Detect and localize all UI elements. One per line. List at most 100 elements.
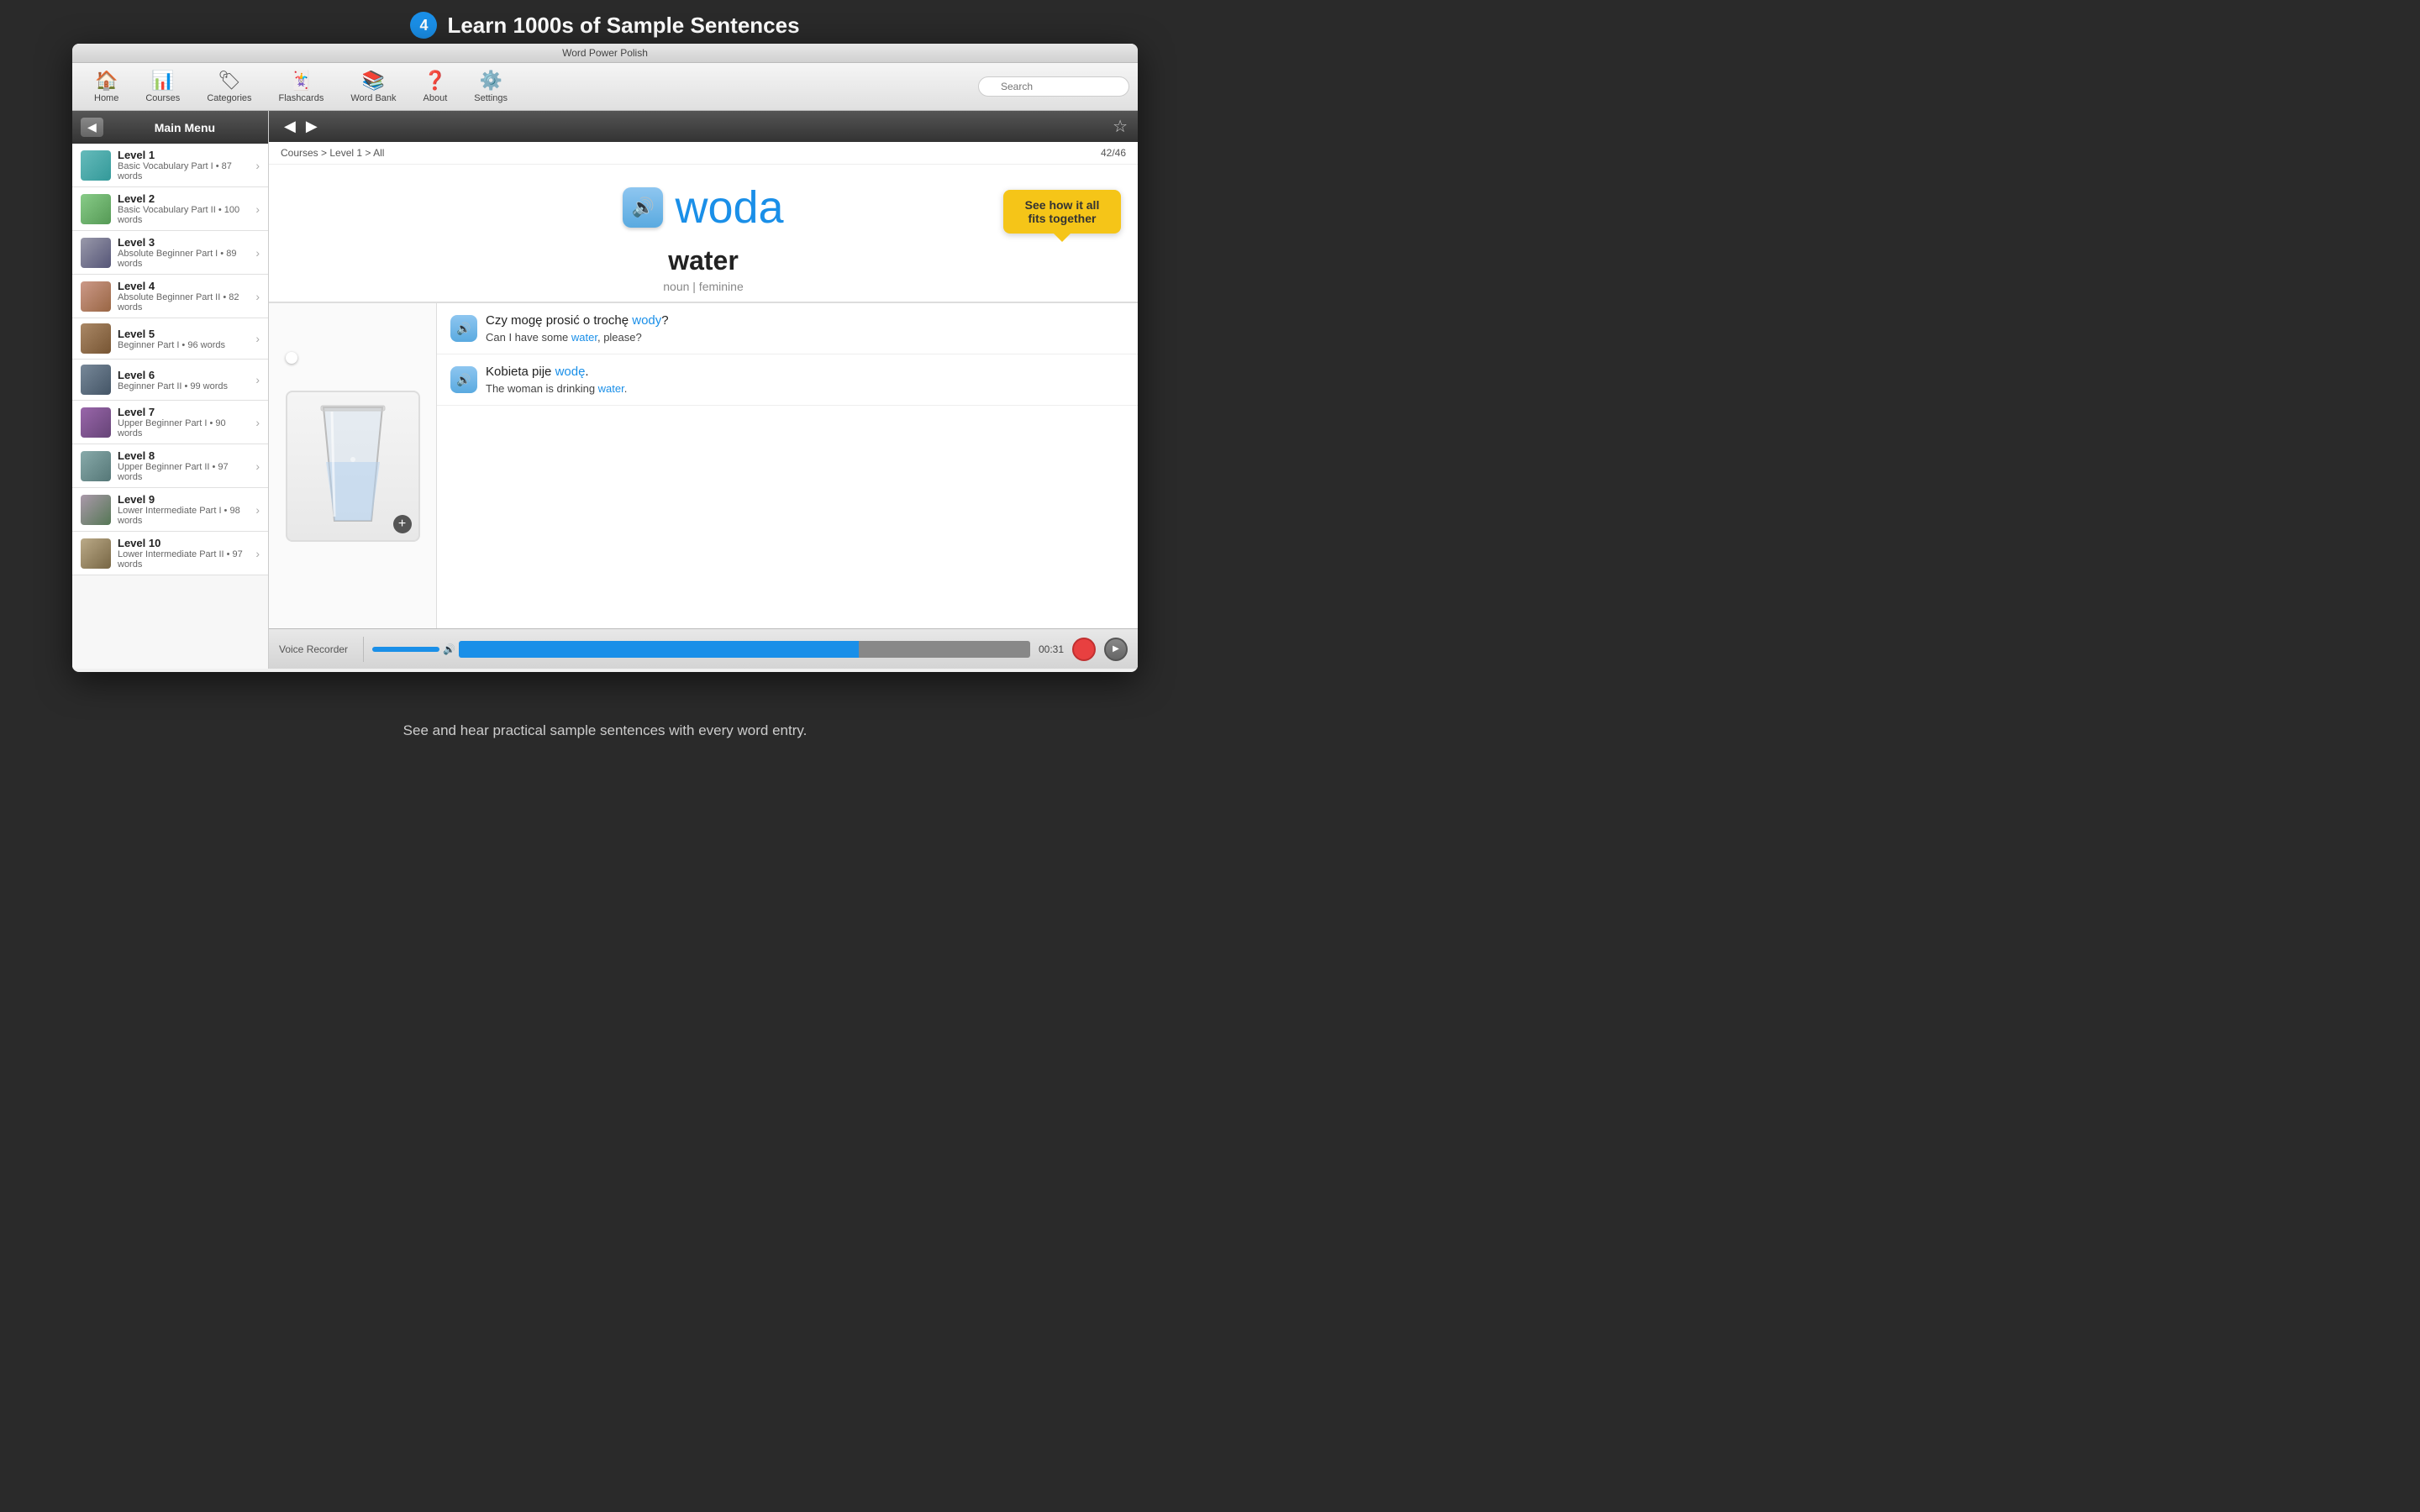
image-expand-button[interactable]: +: [393, 515, 412, 533]
level3-thumb: [81, 238, 111, 268]
sentence2-polish-before: Kobieta pije: [486, 365, 555, 379]
level1-chevron-icon: ›: [255, 159, 260, 172]
waveform-area: 🔊: [372, 641, 1030, 658]
toolbar-item-courses[interactable]: 📊 Courses: [132, 66, 193, 107]
word-type: noun | feminine: [663, 280, 743, 293]
level2-text: Level 2 Basic Vocabulary Part II • 100 w…: [118, 192, 249, 225]
sentence2-text: Kobieta pije wodę. The woman is drinking…: [486, 365, 1124, 395]
sidebar-title: Main Menu: [110, 121, 260, 134]
toolbar-item-categories[interactable]: 🏷 Categories: [193, 66, 265, 107]
level1-name: Level 1: [118, 149, 249, 161]
sentences-section: + 🔊 Czy mogę prosić o trochę wody?: [269, 302, 1138, 628]
sidebar-item-level6[interactable]: Level 6 Beginner Part II • 99 words ›: [72, 360, 268, 401]
sidebar-item-level8[interactable]: Level 8 Upper Beginner Part II • 97 word…: [72, 444, 268, 488]
title-bar: Word Power Polish: [72, 44, 1138, 63]
sidebar-back-button[interactable]: ◀: [81, 118, 103, 137]
waveform-viz[interactable]: [459, 641, 1030, 658]
level3-sub: Absolute Beginner Part I • 89 words: [118, 249, 249, 269]
level5-chevron-icon: ›: [255, 332, 260, 345]
word-polish: woda: [675, 181, 783, 234]
sentence1-polish: Czy mogę prosić o trochę wody?: [486, 313, 1124, 328]
sidebar: ◀ Main Menu Level 1 Basic Vocabulary Par…: [72, 111, 269, 669]
toolbar-item-wordbank[interactable]: 📚 Word Bank: [337, 66, 409, 107]
sidebar-header: ◀ Main Menu: [72, 111, 268, 144]
bottom-caption: See and hear practical sample sentences …: [0, 722, 1210, 739]
level9-text: Level 9 Lower Intermediate Part I • 98 w…: [118, 493, 249, 526]
search-input[interactable]: [978, 76, 1129, 97]
level9-name: Level 9: [118, 493, 249, 506]
word-english: water: [668, 245, 739, 276]
sentence1-english-before: Can I have some: [486, 331, 571, 344]
sidebar-list: Level 1 Basic Vocabulary Part I • 87 wor…: [72, 144, 268, 669]
level9-chevron-icon: ›: [255, 503, 260, 517]
toolbar-label-wordbank: Word Bank: [350, 93, 396, 103]
level10-thumb: [81, 538, 111, 569]
recorder-divider: [363, 637, 364, 662]
level5-name: Level 5: [118, 328, 249, 340]
word-audio-button[interactable]: 🔊: [623, 187, 663, 228]
sentence2-english: The woman is drinking water.: [486, 382, 1124, 395]
level5-text: Level 5 Beginner Part I • 96 words: [118, 328, 249, 350]
page-title: Learn 1000s of Sample Sentences: [447, 13, 799, 39]
sentence2-english-highlight: water: [598, 382, 624, 395]
sentence1-text: Czy mogę prosić o trochę wody? Can I hav…: [486, 313, 1124, 344]
level4-name: Level 4: [118, 280, 249, 292]
main-content: ◀ Main Menu Level 1 Basic Vocabulary Par…: [72, 111, 1138, 669]
word-audio-row: 🔊 woda: [623, 181, 783, 234]
breadcrumb: Courses > Level 1 > All: [281, 147, 384, 159]
level9-thumb: [81, 495, 111, 525]
step-badge: 4: [410, 12, 437, 39]
voice-recorder-bar: Voice Recorder 🔊 00:31 ▶: [269, 628, 1138, 669]
sidebar-item-level3[interactable]: Level 3 Absolute Beginner Part I • 89 wo…: [72, 231, 268, 275]
sidebar-item-level4[interactable]: Level 4 Absolute Beginner Part II • 82 w…: [72, 275, 268, 318]
level7-thumb: [81, 407, 111, 438]
sentence2-audio-button[interactable]: 🔊: [450, 366, 477, 393]
next-button[interactable]: ▶: [301, 118, 323, 135]
word-top-section: 🔊 woda water noun | feminine See how it …: [269, 165, 1138, 302]
waveform-progress[interactable]: [372, 647, 439, 652]
toolbar-label-flashcards: Flashcards: [279, 93, 324, 103]
level3-name: Level 3: [118, 236, 249, 249]
sentence2-english-before: The woman is drinking: [486, 382, 598, 395]
toolbar-item-about[interactable]: ❓ About: [410, 66, 461, 107]
app-window: Word Power Polish 🏠 Home 📊 Courses 🏷 Cat…: [72, 44, 1138, 672]
favorite-button[interactable]: ☆: [1113, 116, 1128, 137]
level2-sub: Basic Vocabulary Part II • 100 words: [118, 205, 249, 225]
courses-icon: 📊: [151, 70, 174, 92]
level4-sub: Absolute Beginner Part II • 82 words: [118, 292, 249, 312]
level8-text: Level 8 Upper Beginner Part II • 97 word…: [118, 449, 249, 482]
level8-sub: Upper Beginner Part II • 97 words: [118, 462, 249, 482]
toolbar-item-flashcards[interactable]: 🃏 Flashcards: [266, 66, 338, 107]
sidebar-item-level10[interactable]: Level 10 Lower Intermediate Part II • 97…: [72, 532, 268, 575]
tooltip-callout: See how it all fits together: [1003, 190, 1121, 234]
sidebar-item-level5[interactable]: Level 5 Beginner Part I • 96 words ›: [72, 318, 268, 360]
toolbar-item-settings[interactable]: ⚙️ Settings: [460, 66, 521, 107]
level6-name: Level 6: [118, 369, 249, 381]
level8-thumb: [81, 451, 111, 481]
sidebar-item-level9[interactable]: Level 9 Lower Intermediate Part I • 98 w…: [72, 488, 268, 532]
sentence2-polish: Kobieta pije wodę.: [486, 365, 1124, 379]
sidebar-item-level2[interactable]: Level 2 Basic Vocabulary Part II • 100 w…: [72, 187, 268, 231]
level4-thumb: [81, 281, 111, 312]
level9-sub: Lower Intermediate Part I • 98 words: [118, 506, 249, 526]
level8-chevron-icon: ›: [255, 459, 260, 473]
toolbar-label-categories: Categories: [207, 93, 251, 103]
sentence1-audio-button[interactable]: 🔊: [450, 315, 477, 342]
level10-chevron-icon: ›: [255, 547, 260, 560]
level1-sub: Basic Vocabulary Part I • 87 words: [118, 161, 249, 181]
sentence2-polish-highlight: wodę: [555, 365, 586, 379]
sidebar-item-level1[interactable]: Level 1 Basic Vocabulary Part I • 87 wor…: [72, 144, 268, 187]
toolbar-item-home[interactable]: 🏠 Home: [81, 66, 132, 107]
toolbar-label-about: About: [424, 93, 448, 103]
sidebar-item-level7[interactable]: Level 7 Upper Beginner Part I • 90 words…: [72, 401, 268, 444]
sentence1-polish-highlight: wody: [632, 313, 661, 328]
prev-button[interactable]: ◀: [279, 118, 301, 135]
level8-name: Level 8: [118, 449, 249, 462]
toolbar: 🏠 Home 📊 Courses 🏷 Categories 🃏 Flashcar…: [72, 63, 1138, 111]
word-content: Courses > Level 1 > All 42/46 🔊 woda wat…: [269, 142, 1138, 669]
level4-text: Level 4 Absolute Beginner Part II • 82 w…: [118, 280, 249, 312]
top-header: 4 Learn 1000s of Sample Sentences: [0, 0, 1210, 47]
play-button[interactable]: ▶: [1104, 638, 1128, 661]
record-button[interactable]: [1072, 638, 1096, 661]
waveform-thumb[interactable]: [286, 352, 297, 364]
